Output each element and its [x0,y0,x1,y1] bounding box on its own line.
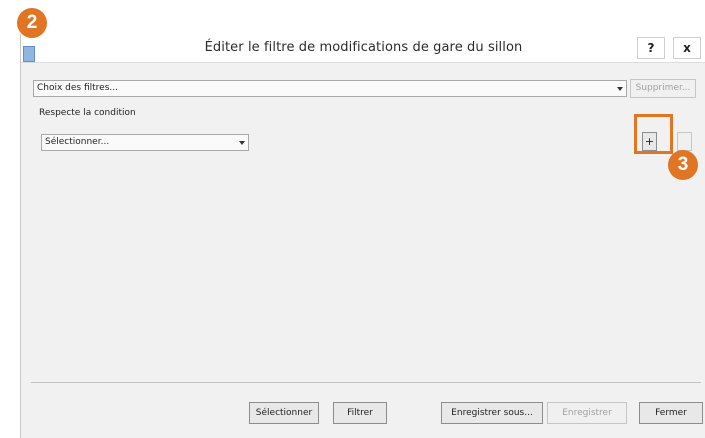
dialog-title: Éditer le filtre de modifications de gar… [204,40,523,55]
step-2-badge: 2 [17,8,47,38]
dialog-window: Éditer le filtre de modifications de gar… [20,34,705,438]
chevron-down-icon [617,87,623,91]
add-button-highlight [634,114,673,154]
condition-select[interactable]: Sélectionner... [41,134,249,151]
remove-condition-button[interactable] [677,132,692,151]
close-dialog-button[interactable]: Fermer [639,402,703,424]
save-button[interactable]: Enregistrer [547,402,627,424]
help-button[interactable]: ? [637,37,665,59]
title-bar[interactable]: Éditer le filtre de modifications de gar… [21,34,705,63]
footer-separator [31,382,701,383]
save-as-button[interactable]: Enregistrer sous... [441,402,543,424]
delete-button[interactable]: Supprimer... [630,79,696,98]
filter-select[interactable]: Choix des filtres... [33,80,627,97]
filter-button[interactable]: Filtrer [333,402,387,424]
condition-select-value: Sélectionner... [45,137,110,147]
step-3-badge: 3 [668,150,698,180]
close-button[interactable]: x [673,37,701,59]
chevron-down-icon [239,141,245,145]
condition-label: Respecte la condition [39,108,136,118]
filter-select-value: Choix des filtres... [37,83,118,93]
select-button[interactable]: Sélectionner [249,402,319,424]
